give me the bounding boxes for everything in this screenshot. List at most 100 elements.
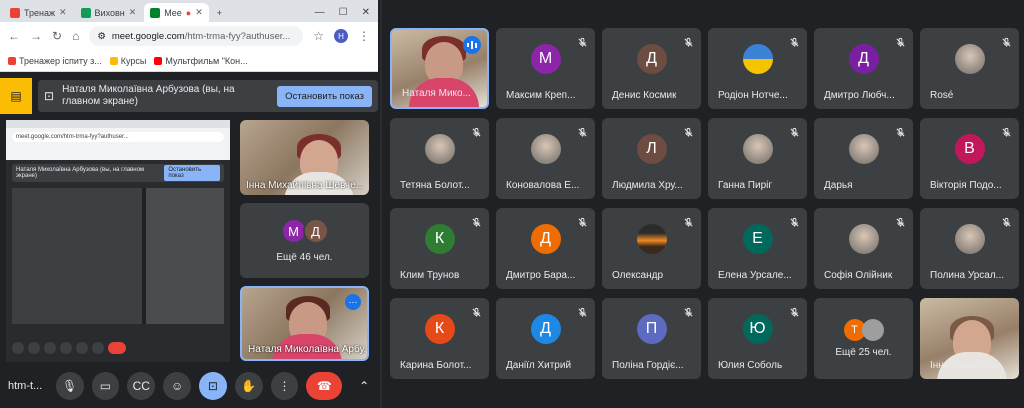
- url-domain: meet.google.com: [111, 30, 185, 42]
- participant-tile[interactable]: П Поліна Гордіє...: [602, 298, 701, 379]
- close-icon[interactable]: ✕: [195, 7, 203, 18]
- participant-tile[interactable]: М Максим Креп...: [496, 28, 595, 109]
- participant-name: Елена Урсале...: [718, 270, 792, 281]
- mini-present-icon: [76, 342, 88, 354]
- avatar: Д: [636, 43, 667, 74]
- mic-off-icon: [999, 215, 1013, 229]
- participant-tile[interactable]: К Клим Трунов: [390, 208, 489, 289]
- participant-tile-inna[interactable]: Інна Михайлівна Шевче...: [240, 120, 369, 195]
- avatar: В: [954, 133, 985, 164]
- mic-off-icon: [575, 215, 589, 229]
- participant-name: Наталя Мико...: [402, 88, 471, 99]
- participant-name: Олександр: [612, 270, 664, 281]
- tab-label: Виховн: [94, 7, 125, 18]
- site-info-icon[interactable]: ⚙: [97, 31, 106, 42]
- youtube-icon: [154, 56, 163, 65]
- avatar: К: [424, 223, 455, 254]
- participant-name: Поліна Гордіє...: [612, 360, 684, 371]
- participant-name: Карина Болот...: [400, 360, 472, 371]
- forward-icon[interactable]: →: [30, 29, 42, 43]
- more-participants-label: Ещё 46 чел.: [276, 252, 333, 263]
- participant-tile[interactable]: Олександр: [602, 208, 701, 289]
- mic-off-icon: [893, 35, 907, 49]
- avatar-group: Т: [843, 319, 884, 341]
- participant-tile[interactable]: Полина Урсал...: [920, 208, 1019, 289]
- participant-tile[interactable]: Родіон Нотче...: [708, 28, 807, 109]
- participant-tile[interactable]: Д Дмитро Любч...: [814, 28, 913, 109]
- mini-mic-icon: [12, 342, 24, 354]
- avatar-image: [954, 223, 985, 254]
- minimize-icon[interactable]: —: [315, 7, 325, 18]
- participant-tile[interactable]: Софія Олійник: [814, 208, 913, 289]
- captions-icon[interactable]: CC: [127, 372, 156, 400]
- close-icon[interactable]: ✕: [59, 7, 67, 18]
- more-icon[interactable]: ⋮: [270, 372, 299, 400]
- reload-icon[interactable]: ↻: [52, 29, 62, 43]
- address-bar[interactable]: ⚙ meet.google.com/htm-trma-fyy?authuser.…: [89, 26, 304, 46]
- participant-tile[interactable]: Т Ещё 25 чел.: [814, 298, 913, 379]
- participant-tile[interactable]: Л Людмила Хру...: [602, 118, 701, 199]
- participant-tile[interactable]: Наталя Мико...: [390, 28, 489, 109]
- mic-off-icon: [575, 305, 589, 319]
- mic-off-icon: [681, 305, 695, 319]
- camera-icon[interactable]: ▭: [91, 372, 120, 400]
- mini-tab-strip: [6, 120, 230, 128]
- emoji-icon[interactable]: ☺: [163, 372, 191, 400]
- star-icon[interactable]: ☆: [313, 29, 324, 43]
- maximize-icon[interactable]: ☐: [339, 7, 348, 18]
- more-participants-tile[interactable]: М Д Ещё 46 чел.: [240, 203, 369, 278]
- hand-icon[interactable]: ✋: [234, 372, 263, 400]
- participant-name: Юлия Соболь: [718, 360, 783, 371]
- tab-3[interactable]: Mee ● ✕: [144, 3, 209, 22]
- presentation-text: Наталя Миколаївна Арбузова (вы, на главн…: [62, 84, 235, 107]
- avatar-image: [742, 133, 773, 164]
- participant-tile[interactable]: Е Елена Урсале...: [708, 208, 807, 289]
- mic-icon[interactable]: 🎙: [55, 372, 84, 400]
- participant-tile[interactable]: Дарья: [814, 118, 913, 199]
- bookmark-3[interactable]: Мультфильм "Кон...: [154, 56, 248, 66]
- close-icon[interactable]: ✕: [129, 7, 137, 18]
- url-path: /htm-trma-fyy?authuser...: [184, 30, 291, 42]
- avatar: Л: [636, 133, 667, 164]
- classroom-icon: [80, 7, 91, 18]
- participant-name: Тетяна Болот...: [400, 180, 470, 191]
- close-window-icon[interactable]: ✕: [362, 7, 370, 18]
- bookmark-2[interactable]: Курсы: [109, 56, 146, 66]
- tab-2[interactable]: Виховн ✕: [75, 3, 143, 22]
- bookmark-1[interactable]: Тренажер іспиту з...: [8, 56, 102, 66]
- participant-name: Вікторія Подо...: [930, 180, 1002, 191]
- participant-tile[interactable]: Ю Юлия Соболь: [708, 298, 807, 379]
- back-icon[interactable]: ←: [8, 29, 20, 43]
- tab-1[interactable]: Тренаж ✕: [4, 3, 73, 22]
- present-icon[interactable]: ⊡: [198, 372, 227, 400]
- bookmark-label: Тренажер іспиту з...: [19, 55, 102, 66]
- tab-strip: Тренаж ✕ Виховн ✕ Mee ● ✕ + — ☐ ✕: [0, 0, 378, 22]
- participant-tile[interactable]: Rosé: [920, 28, 1019, 109]
- participant-name: Денис Космик: [612, 90, 677, 101]
- mic-off-icon: [469, 125, 483, 139]
- participant-tile[interactable]: Д Денис Космик: [602, 28, 701, 109]
- more-vert-icon[interactable]: ⋯: [345, 294, 361, 310]
- mic-off-icon: [575, 35, 589, 49]
- end-call-icon[interactable]: ☎: [306, 372, 343, 400]
- profile-avatar[interactable]: H: [334, 29, 348, 43]
- participant-tile[interactable]: Д Даніїл Хитрий: [496, 298, 595, 379]
- recording-icon: ●: [185, 7, 192, 18]
- menu-icon[interactable]: ⋮: [358, 29, 370, 43]
- participant-tile-self[interactable]: ⋯ Наталя Миколаївна Арбу...: [240, 286, 369, 361]
- stop-presenting-button[interactable]: Остановить показ: [277, 85, 372, 107]
- participant-tile[interactable]: Тетяна Болот...: [390, 118, 489, 199]
- participant-tile[interactable]: Коновалова Е...: [496, 118, 595, 199]
- participant-tile[interactable]: В Вікторія Подо...: [920, 118, 1019, 199]
- participant-tile[interactable]: Ганна Пиріг: [708, 118, 807, 199]
- participant-tile[interactable]: Інна Михайлів...: [920, 298, 1019, 379]
- home-icon[interactable]: ⌂: [72, 29, 79, 43]
- mini-tiles: [146, 188, 224, 324]
- meeting-code: htm-t...: [8, 380, 43, 392]
- avatar: Ю: [742, 313, 773, 344]
- participant-tile[interactable]: К Карина Болот...: [390, 298, 489, 379]
- participant-tile[interactable]: Д Дмитро Бара...: [496, 208, 595, 289]
- new-tab-button[interactable]: +: [211, 3, 228, 22]
- presentation-banner: ▤ ⊡ Наталя Миколаївна Арбузова (вы, на г…: [0, 78, 378, 114]
- chevron-up-icon[interactable]: ⌃: [350, 372, 378, 400]
